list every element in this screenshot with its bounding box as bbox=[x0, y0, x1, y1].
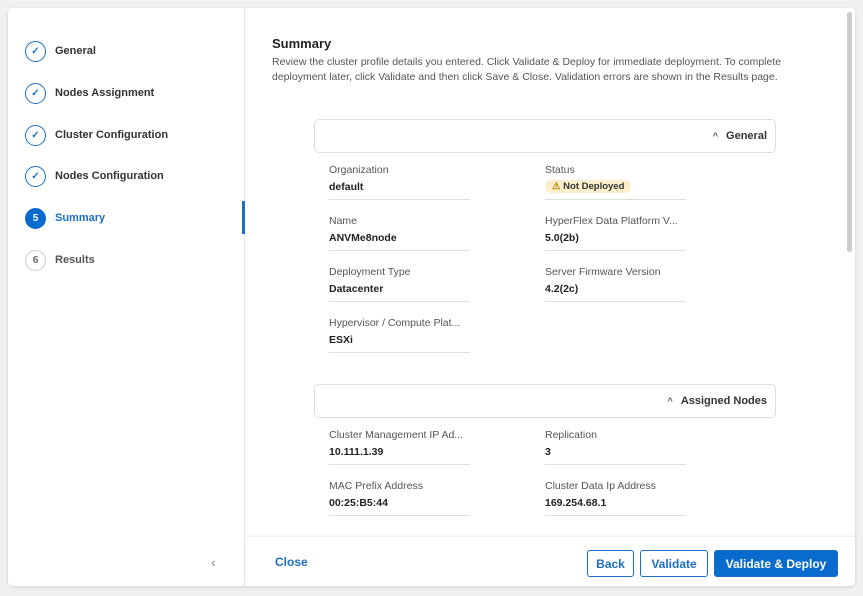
step-label: Results bbox=[55, 254, 95, 266]
field-status: Status ⚠ Not Deployed bbox=[545, 164, 686, 200]
field-value: Datacenter bbox=[329, 283, 384, 295]
wizard-panel: ✓ General ✓ Nodes Assignment ✓ Cluster Conf… bbox=[8, 8, 855, 586]
page-title: Summary bbox=[272, 36, 332, 51]
step-label: Cluster Configuration bbox=[55, 129, 169, 141]
field-cluster-mgmt-ip: Cluster Management IP Ad... 10.111.1.39 bbox=[329, 429, 470, 465]
step-general[interactable]: ✓ General bbox=[25, 40, 96, 62]
field-value: 4.2(2c) bbox=[545, 283, 579, 295]
warning-icon: ⚠ bbox=[552, 181, 561, 192]
wizard-footer: Close Back Validate Validate & Deploy bbox=[246, 536, 855, 586]
field-value: default bbox=[329, 181, 364, 193]
step-label: Nodes Assignment bbox=[55, 87, 155, 99]
field-replication: Replication 3 bbox=[545, 429, 686, 465]
status-text: Not Deployed bbox=[563, 181, 625, 192]
active-step-indicator bbox=[242, 201, 245, 234]
section-general-header[interactable]: ^ General bbox=[314, 119, 776, 153]
step-summary[interactable]: 5 Summary bbox=[25, 207, 105, 229]
summary-content: Summary Review the cluster profile detai… bbox=[246, 8, 846, 536]
field-value: 00:25:B5:44 bbox=[329, 497, 388, 509]
section-title: Assigned Nodes bbox=[680, 395, 767, 407]
page-description: Review the cluster profile details you e… bbox=[272, 56, 782, 83]
step-number: 5 bbox=[25, 207, 46, 229]
close-button[interactable]: Close bbox=[275, 555, 308, 569]
validate-deploy-button[interactable]: Validate & Deploy bbox=[714, 550, 838, 577]
field-label: HyperFlex Data Platform V... bbox=[545, 215, 678, 227]
field-value: 5.0(2b) bbox=[545, 232, 579, 244]
field-value: 3 bbox=[545, 446, 551, 458]
field-deployment-type: Deployment Type Datacenter bbox=[329, 266, 470, 302]
field-label: Status bbox=[545, 164, 575, 176]
field-value: 169.254.68.1 bbox=[545, 497, 607, 509]
check-icon: ✓ bbox=[25, 40, 46, 62]
status-badge: ⚠ Not Deployed bbox=[545, 180, 632, 193]
chevron-up-icon: ^ bbox=[712, 131, 719, 141]
field-label: Cluster Data Ip Address bbox=[545, 480, 656, 492]
field-label: Replication bbox=[545, 429, 597, 441]
step-nodes-assignment[interactable]: ✓ Nodes Assignment bbox=[25, 82, 154, 104]
step-label: General bbox=[55, 45, 96, 57]
field-label: Server Firmware Version bbox=[545, 266, 661, 278]
section-assigned-nodes-header[interactable]: ^ Assigned Nodes bbox=[314, 384, 776, 418]
step-label: Nodes Configuration bbox=[55, 170, 164, 182]
back-button[interactable]: Back bbox=[587, 550, 634, 577]
validate-button[interactable]: Validate bbox=[640, 550, 708, 577]
field-server-firmware: Server Firmware Version 4.2(2c) bbox=[545, 266, 686, 302]
step-label: Summary bbox=[55, 212, 106, 224]
field-value: ESXi bbox=[329, 334, 353, 346]
step-number: 6 bbox=[25, 249, 46, 271]
field-label: Cluster Management IP Ad... bbox=[329, 429, 464, 441]
step-cluster-configuration[interactable]: ✓ Cluster Configuration bbox=[25, 124, 168, 146]
step-results[interactable]: 6 Results bbox=[25, 249, 95, 271]
field-mac-prefix: MAC Prefix Address 00:25:B5:44 bbox=[329, 480, 470, 516]
field-name: Name ANVMe8node bbox=[329, 215, 470, 251]
field-label: MAC Prefix Address bbox=[329, 480, 423, 492]
scrollbar[interactable] bbox=[847, 12, 852, 252]
chevron-up-icon: ^ bbox=[667, 396, 673, 406]
field-hxdp-version: HyperFlex Data Platform V... 5.0(2b) bbox=[545, 215, 686, 251]
field-label: Organization bbox=[329, 164, 389, 176]
field-label: Name bbox=[329, 215, 358, 227]
check-icon: ✓ bbox=[25, 82, 46, 104]
field-cluster-data-ip: Cluster Data Ip Address 169.254.68.1 bbox=[545, 480, 686, 516]
step-nodes-configuration[interactable]: ✓ Nodes Configuration bbox=[25, 165, 164, 187]
section-title: General bbox=[726, 130, 767, 142]
field-hypervisor: Hypervisor / Compute Plat... ESXi bbox=[329, 317, 470, 353]
wizard-steps: ✓ General ✓ Nodes Assignment ✓ Cluster Conf… bbox=[8, 8, 245, 586]
check-icon: ✓ bbox=[25, 165, 46, 187]
field-value: ANVMe8node bbox=[329, 232, 397, 244]
check-icon: ✓ bbox=[25, 124, 46, 146]
field-label: Deployment Type bbox=[329, 266, 411, 278]
field-value: 10.111.1.39 bbox=[329, 446, 384, 458]
collapse-sidebar-chevron-left-icon[interactable]: ‹ bbox=[211, 554, 216, 570]
field-organization: Organization default bbox=[329, 164, 470, 200]
field-label: Hypervisor / Compute Plat... bbox=[329, 317, 461, 329]
